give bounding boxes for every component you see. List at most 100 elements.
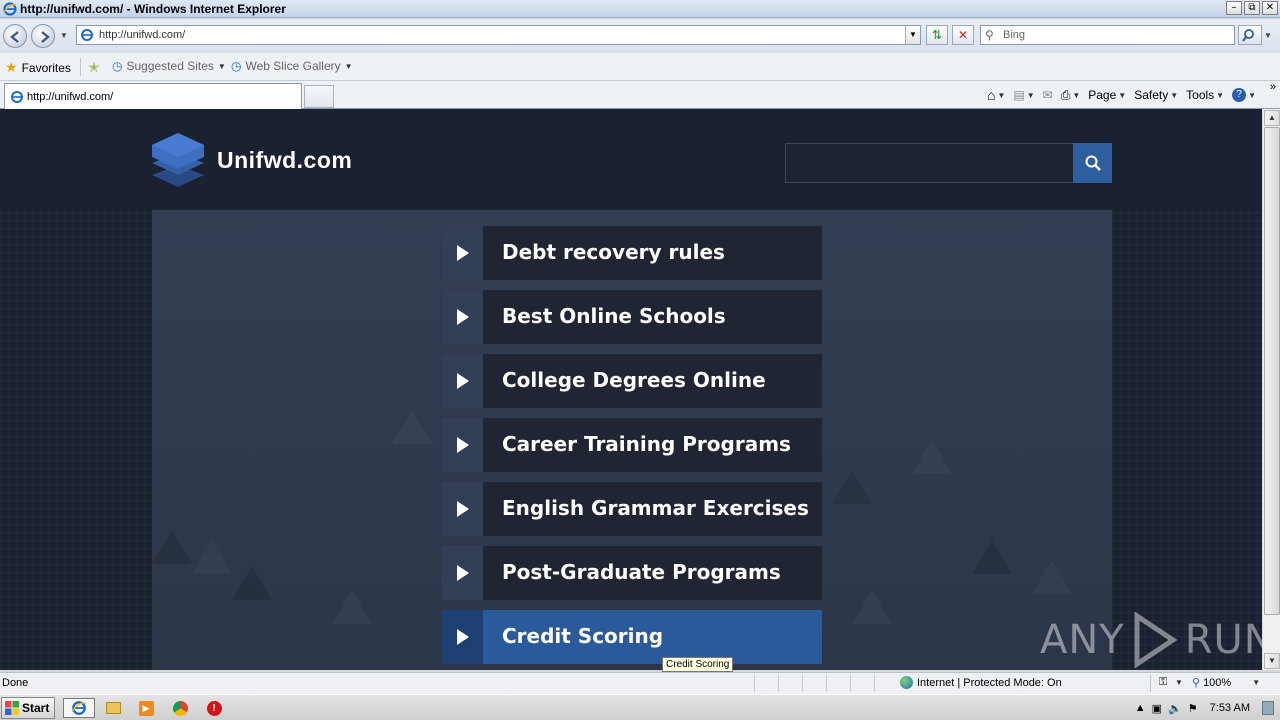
menu-item-credit-scoring[interactable]: Credit Scoring <box>442 610 822 664</box>
stop-button[interactable]: ✕ <box>952 25 974 45</box>
site-search-input[interactable] <box>785 143 1074 183</box>
rss-feed-icon: ▤ <box>1013 88 1025 102</box>
search-go-button[interactable] <box>1238 25 1262 45</box>
status-bar: Done Internet | Protected Mode: On ⚿ ▼ ⚲… <box>0 672 1280 694</box>
window-title: http://unifwd.com/ - Windows Internet Ex… <box>20 2 286 16</box>
taskbar-media-player-button[interactable]: ▶ <box>134 698 158 718</box>
link-tooltip: Credit Scoring <box>662 657 734 672</box>
anyrun-watermark: ANY RUN <box>1040 612 1275 668</box>
status-segment <box>802 675 826 692</box>
zoom-control[interactable]: ⚲ 100% ▼ <box>1192 676 1260 690</box>
site-search-button[interactable] <box>1073 143 1112 183</box>
address-url: http://unifwd.com/ <box>99 29 186 41</box>
suggested-sites-link[interactable]: ◷ Suggested Sites ▼ <box>112 59 226 73</box>
menu-item-debt-recovery-rules[interactable]: Debt recovery rules <box>442 226 822 280</box>
search-icon <box>1085 155 1101 171</box>
new-tab-button[interactable] <box>304 85 334 108</box>
home-button[interactable]: ⌂ ▼ <box>987 87 1005 103</box>
refresh-button[interactable]: ⇅ <box>926 25 948 45</box>
menu-item-post-graduate-programs[interactable]: Post-Graduate Programs <box>442 546 822 600</box>
taskbar: Start ▶ ! ▲ ▣ 🔈 ⚑ 7:53 AM <box>0 694 1280 720</box>
system-tray: ▲ ▣ 🔈 ⚑ 7:53 AM <box>1135 697 1280 719</box>
watermark-text-left: ANY <box>1040 617 1125 663</box>
forward-button[interactable] <box>31 24 55 48</box>
bg-triangle <box>192 540 232 574</box>
taskbar-chrome-button[interactable] <box>168 698 192 718</box>
play-arrow-icon <box>442 482 483 536</box>
menu-item-label: Debt recovery rules <box>502 240 725 264</box>
start-button[interactable]: Start <box>1 697 55 719</box>
help-button[interactable]: ? ▼ <box>1232 88 1256 102</box>
menu-item-best-online-schools[interactable]: Best Online Schools <box>442 290 822 344</box>
maximize-button[interactable]: ⧉ <box>1244 1 1260 15</box>
read-mail-button[interactable]: ✉ <box>1043 88 1053 102</box>
status-segment <box>754 675 778 692</box>
security-zone[interactable]: Internet | Protected Mode: On <box>900 676 1062 689</box>
recent-pages-dropdown-icon[interactable]: ▼ <box>60 31 68 40</box>
menu-item-label: English Grammar Exercises <box>502 496 809 520</box>
content-panel: Debt recovery rules Best Online Schools … <box>152 210 1112 670</box>
scroll-up-icon[interactable]: ▲ <box>1264 110 1280 126</box>
menu-item-college-degrees-online[interactable]: College Degrees Online <box>442 354 822 408</box>
back-button[interactable] <box>3 24 27 48</box>
stacked-layers-logo-icon <box>152 133 204 187</box>
toolbar-overflow-chevron-icon[interactable]: » <box>1270 81 1276 93</box>
folder-icon <box>105 702 121 714</box>
scroll-down-icon[interactable]: ▼ <box>1264 653 1280 669</box>
site-header: Unifwd.com <box>0 109 1262 210</box>
home-icon: ⌂ <box>986 87 996 103</box>
address-dropdown-icon[interactable]: ▼ <box>905 26 920 44</box>
add-to-favorites-button[interactable]: ✭ <box>88 59 100 76</box>
show-desktop-icon[interactable] <box>1262 701 1274 715</box>
tab-unifwd[interactable]: http://unifwd.com/ <box>4 83 302 109</box>
scroll-thumb[interactable] <box>1264 127 1280 615</box>
bg-triangle <box>912 440 952 474</box>
status-segment <box>850 675 874 692</box>
menu-item-label: College Degrees Online <box>502 368 766 392</box>
menu-item-english-grammar-exercises[interactable]: English Grammar Exercises <box>442 482 822 536</box>
chrome-icon <box>172 700 188 716</box>
web-slice-gallery-link[interactable]: ◷ Web Slice Gallery ▼ <box>231 59 353 73</box>
safety-menu[interactable]: Safety ▼ <box>1134 88 1178 102</box>
menu-item-career-training-programs[interactable]: Career Training Programs <box>442 418 822 472</box>
bg-triangle <box>1032 560 1072 594</box>
menu-item-label: Credit Scoring <box>502 624 664 648</box>
play-arrow-icon <box>442 610 483 664</box>
search-options-dropdown-icon[interactable]: ▼ <box>1264 31 1272 40</box>
lock-icon: ⚿ <box>1159 676 1168 688</box>
page-menu[interactable]: Page ▼ <box>1088 88 1126 102</box>
show-hidden-icons-icon[interactable]: ▲ <box>1135 702 1146 714</box>
print-button[interactable]: ⎙ ▼ <box>1061 88 1081 103</box>
feeds-button[interactable]: ▤ ▼ <box>1013 88 1034 102</box>
search-input[interactable]: ⚲ Bing <box>980 25 1235 45</box>
status-text: Done <box>2 677 29 689</box>
taskbar-explorer-button[interactable] <box>101 698 125 718</box>
clock[interactable]: 7:53 AM <box>1210 702 1250 714</box>
taskbar-ie-button[interactable] <box>63 698 95 718</box>
menu-item-label: Best Online Schools <box>502 304 726 328</box>
volume-icon[interactable]: 🔈 <box>1168 702 1182 715</box>
add-favorite-icon: ✭ <box>88 59 100 75</box>
tools-menu[interactable]: Tools ▼ <box>1186 88 1224 102</box>
favorites-button[interactable]: ★ Favorites <box>5 59 71 76</box>
safety-menu-label: Safety <box>1134 88 1169 102</box>
back-arrow-icon <box>10 31 19 43</box>
mail-icon: ✉ <box>1042 88 1053 102</box>
protected-mode-options[interactable]: ⚿ ▼ <box>1150 675 1186 692</box>
page-favicon-icon <box>81 29 93 41</box>
taskbar-opera-button[interactable]: ! <box>202 698 226 718</box>
minimize-button[interactable]: – <box>1226 1 1242 15</box>
suggested-sites-dropdown-icon: ▼ <box>217 61 226 71</box>
close-window-button[interactable]: ✕ <box>1262 1 1278 15</box>
vertical-scrollbar[interactable]: ▲ ▼ <box>1262 109 1280 670</box>
tab-label: http://unifwd.com/ <box>27 91 114 103</box>
address-bar[interactable]: http://unifwd.com/ ▼ <box>76 25 921 45</box>
play-arrow-icon <box>442 290 483 344</box>
network-icon[interactable]: ▣ <box>1152 702 1162 715</box>
suggested-sites-label: Suggested Sites <box>126 59 214 73</box>
tools-menu-label: Tools <box>1186 88 1215 102</box>
zoom-level: 100% <box>1203 676 1232 689</box>
action-center-flag-icon[interactable]: ⚑ <box>1188 702 1198 715</box>
printer-icon: ⎙ <box>1060 87 1071 102</box>
menu-item-label: Post-Graduate Programs <box>502 560 781 584</box>
